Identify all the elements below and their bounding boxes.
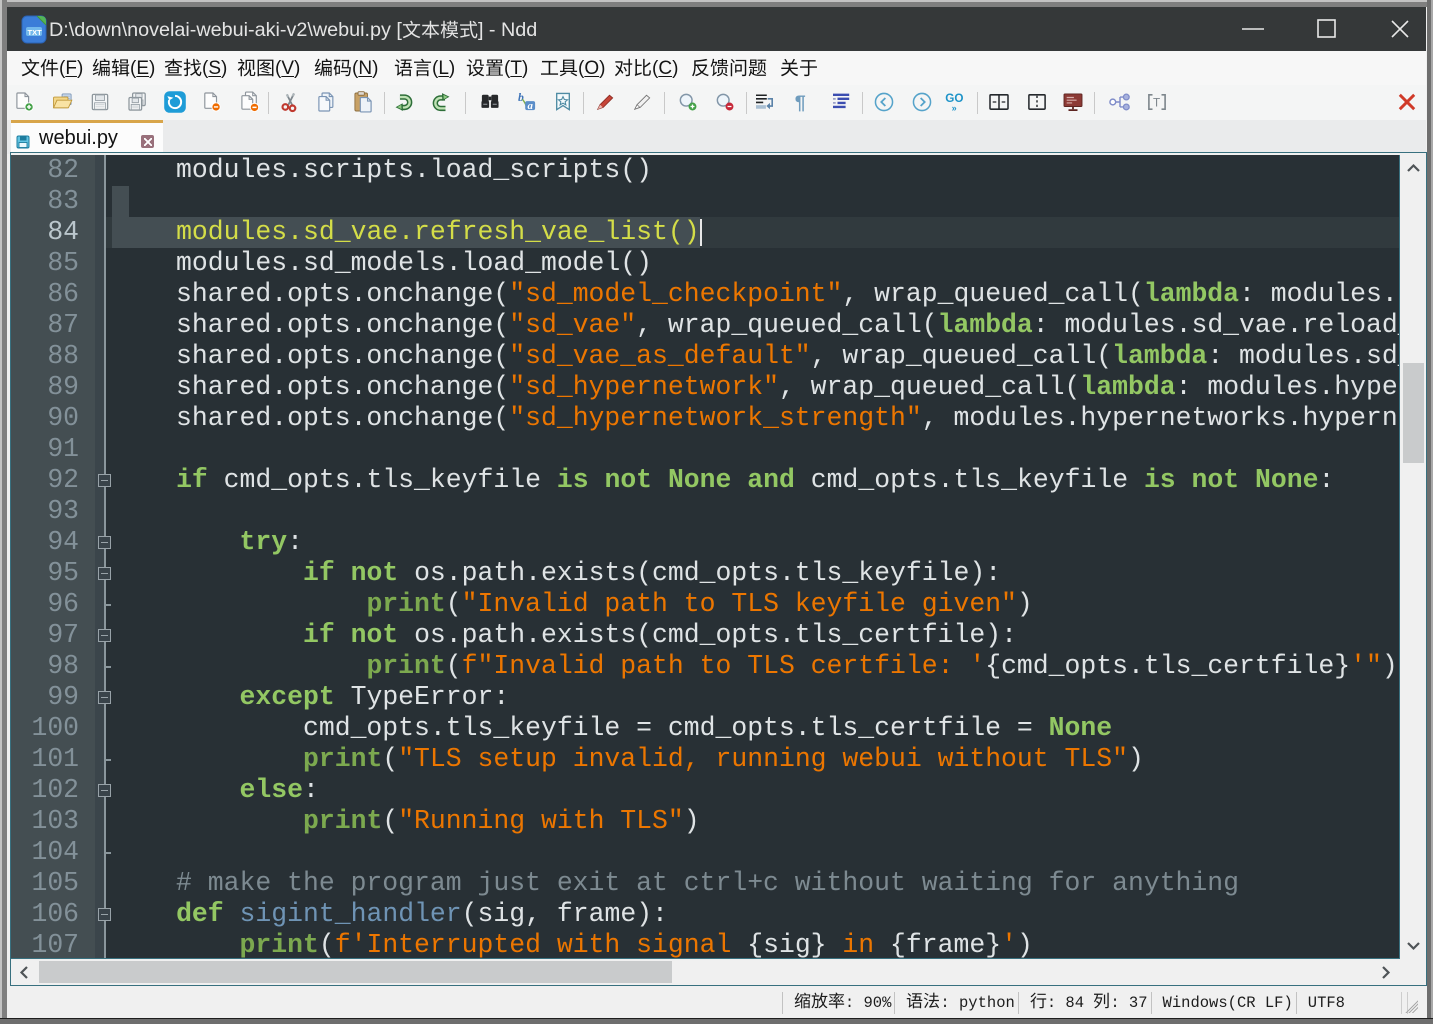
svg-text:T: T	[1153, 97, 1160, 110]
svg-text:TXT: TXT	[28, 28, 43, 37]
svg-text:»: »	[952, 103, 957, 113]
svg-text:b: b	[518, 91, 524, 104]
svg-text:¶: ¶	[795, 92, 806, 114]
svg-text:a: a	[527, 100, 533, 112]
